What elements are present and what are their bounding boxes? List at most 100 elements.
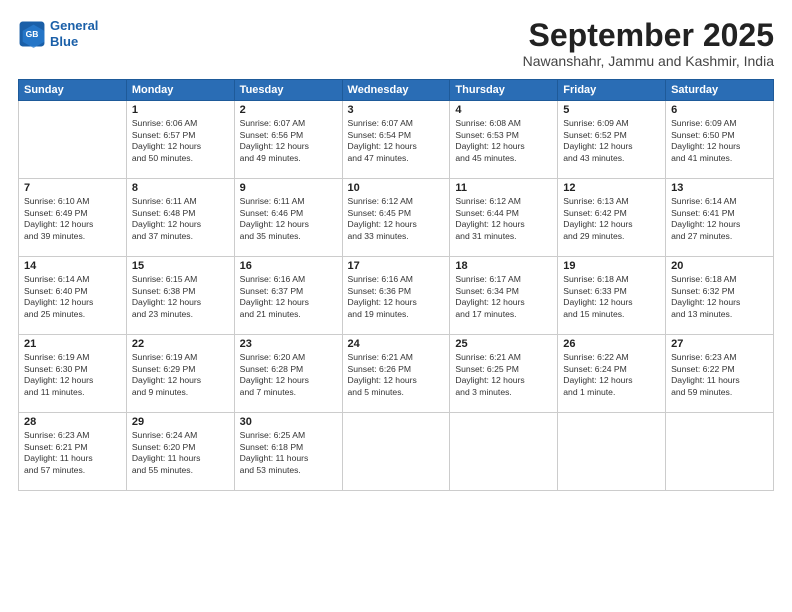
svg-text:GB: GB <box>26 29 39 39</box>
day-info: Sunrise: 6:24 AMSunset: 6:20 PMDaylight:… <box>132 430 229 476</box>
calendar-week-row: 7Sunrise: 6:10 AMSunset: 6:49 PMDaylight… <box>19 179 774 257</box>
calendar-cell <box>666 413 774 491</box>
day-info: Sunrise: 6:07 AMSunset: 6:54 PMDaylight:… <box>348 118 445 164</box>
calendar-cell: 9 Sunrise: 6:11 AMSunset: 6:46 PMDaylight… <box>234 179 342 257</box>
day-number: 16 <box>240 260 337 272</box>
day-number: 18 <box>455 260 552 272</box>
calendar-cell: 24 Sunrise: 6:21 AMSunset: 6:26 PMDayligh… <box>342 335 450 413</box>
weekday-header: Thursday <box>450 80 558 101</box>
calendar-cell: 8 Sunrise: 6:11 AMSunset: 6:48 PMDaylight… <box>126 179 234 257</box>
calendar-cell <box>450 413 558 491</box>
calendar-cell: 18 Sunrise: 6:17 AMSunset: 6:34 PMDayligh… <box>450 257 558 335</box>
day-number: 12 <box>563 182 660 194</box>
header: GB General Blue September 2025 Nawanshah… <box>18 18 774 69</box>
calendar-cell: 10 Sunrise: 6:12 AMSunset: 6:45 PMDayligh… <box>342 179 450 257</box>
day-info: Sunrise: 6:12 AMSunset: 6:45 PMDaylight:… <box>348 196 445 242</box>
calendar-week-row: 21 Sunrise: 6:19 AMSunset: 6:30 PMDayligh… <box>19 335 774 413</box>
calendar-cell: 22Sunrise: 6:19 AMSunset: 6:29 PMDayligh… <box>126 335 234 413</box>
calendar-cell: 4 Sunrise: 6:08 AMSunset: 6:53 PMDaylight… <box>450 101 558 179</box>
day-number: 21 <box>24 338 121 350</box>
day-info: Sunrise: 6:07 AMSunset: 6:56 PMDaylight:… <box>240 118 337 164</box>
day-number: 26 <box>563 338 660 350</box>
day-info: Sunrise: 6:15 AMSunset: 6:38 PMDaylight:… <box>132 274 229 320</box>
calendar-cell: 11Sunrise: 6:12 AMSunset: 6:44 PMDayligh… <box>450 179 558 257</box>
day-number: 4 <box>455 104 552 116</box>
calendar: SundayMondayTuesdayWednesdayThursdayFrid… <box>18 79 774 491</box>
logo-line1: General <box>50 18 98 33</box>
calendar-cell: 17 Sunrise: 6:16 AMSunset: 6:36 PMDayligh… <box>342 257 450 335</box>
calendar-cell: 27 Sunrise: 6:23 AMSunset: 6:22 PMDayligh… <box>666 335 774 413</box>
logo-icon: GB <box>18 20 46 48</box>
day-info: Sunrise: 6:23 AMSunset: 6:22 PMDaylight:… <box>671 352 768 398</box>
day-number: 28 <box>24 416 121 428</box>
calendar-cell: 29 Sunrise: 6:24 AMSunset: 6:20 PMDayligh… <box>126 413 234 491</box>
calendar-cell: 23Sunrise: 6:20 AMSunset: 6:28 PMDayligh… <box>234 335 342 413</box>
day-info: Sunrise: 6:14 AMSunset: 6:40 PMDaylight:… <box>24 274 121 320</box>
day-number: 8 <box>132 182 229 194</box>
day-info: Sunrise: 6:17 AMSunset: 6:34 PMDaylight:… <box>455 274 552 320</box>
calendar-cell: 12Sunrise: 6:13 AMSunset: 6:42 PMDayligh… <box>558 179 666 257</box>
calendar-week-row: 14Sunrise: 6:14 AMSunset: 6:40 PMDayligh… <box>19 257 774 335</box>
day-number: 3 <box>348 104 445 116</box>
weekday-header: Friday <box>558 80 666 101</box>
calendar-cell: 26 Sunrise: 6:22 AMSunset: 6:24 PMDayligh… <box>558 335 666 413</box>
calendar-cell <box>342 413 450 491</box>
day-info: Sunrise: 6:16 AMSunset: 6:37 PMDaylight:… <box>240 274 337 320</box>
calendar-cell: 15Sunrise: 6:15 AMSunset: 6:38 PMDayligh… <box>126 257 234 335</box>
calendar-cell: 30Sunrise: 6:25 AMSunset: 6:18 PMDayligh… <box>234 413 342 491</box>
day-number: 20 <box>671 260 768 272</box>
day-info: Sunrise: 6:08 AMSunset: 6:53 PMDaylight:… <box>455 118 552 164</box>
logo-text: General Blue <box>50 18 98 49</box>
day-info: Sunrise: 6:11 AMSunset: 6:48 PMDaylight:… <box>132 196 229 242</box>
logo-line2: Blue <box>50 34 78 49</box>
day-number: 5 <box>563 104 660 116</box>
calendar-cell: 21 Sunrise: 6:19 AMSunset: 6:30 PMDayligh… <box>19 335 127 413</box>
weekday-header: Wednesday <box>342 80 450 101</box>
day-number: 1 <box>132 104 229 116</box>
day-info: Sunrise: 6:23 AMSunset: 6:21 PMDaylight:… <box>24 430 121 476</box>
calendar-week-row: 1 Sunrise: 6:06 AMSunset: 6:57 PMDaylight… <box>19 101 774 179</box>
day-info: Sunrise: 6:22 AMSunset: 6:24 PMDaylight:… <box>563 352 660 398</box>
day-info: Sunrise: 6:25 AMSunset: 6:18 PMDaylight:… <box>240 430 337 476</box>
weekday-header: Sunday <box>19 80 127 101</box>
calendar-cell <box>558 413 666 491</box>
day-info: Sunrise: 6:09 AMSunset: 6:52 PMDaylight:… <box>563 118 660 164</box>
day-number: 22 <box>132 338 229 350</box>
day-number: 11 <box>455 182 552 194</box>
calendar-cell <box>19 101 127 179</box>
month-title: September 2025 <box>523 18 774 53</box>
weekday-header: Monday <box>126 80 234 101</box>
weekday-header: Tuesday <box>234 80 342 101</box>
calendar-cell: 19Sunrise: 6:18 AMSunset: 6:33 PMDayligh… <box>558 257 666 335</box>
calendar-cell: 5 Sunrise: 6:09 AMSunset: 6:52 PMDaylight… <box>558 101 666 179</box>
day-info: Sunrise: 6:21 AMSunset: 6:26 PMDaylight:… <box>348 352 445 398</box>
weekday-header-row: SundayMondayTuesdayWednesdayThursdayFrid… <box>19 80 774 101</box>
calendar-cell: 7Sunrise: 6:10 AMSunset: 6:49 PMDaylight… <box>19 179 127 257</box>
day-info: Sunrise: 6:18 AMSunset: 6:33 PMDaylight:… <box>563 274 660 320</box>
day-number: 27 <box>671 338 768 350</box>
day-number: 13 <box>671 182 768 194</box>
calendar-cell: 2Sunrise: 6:07 AMSunset: 6:56 PMDaylight… <box>234 101 342 179</box>
calendar-cell: 6 Sunrise: 6:09 AMSunset: 6:50 PMDaylight… <box>666 101 774 179</box>
day-number: 29 <box>132 416 229 428</box>
day-info: Sunrise: 6:21 AMSunset: 6:25 PMDaylight:… <box>455 352 552 398</box>
day-info: Sunrise: 6:11 AMSunset: 6:46 PMDaylight:… <box>240 196 337 242</box>
day-number: 6 <box>671 104 768 116</box>
calendar-cell: 20 Sunrise: 6:18 AMSunset: 6:32 PMDayligh… <box>666 257 774 335</box>
day-number: 25 <box>455 338 552 350</box>
day-number: 9 <box>240 182 337 194</box>
day-info: Sunrise: 6:19 AMSunset: 6:30 PMDaylight:… <box>24 352 121 398</box>
calendar-cell: 16 Sunrise: 6:16 AMSunset: 6:37 PMDayligh… <box>234 257 342 335</box>
day-number: 10 <box>348 182 445 194</box>
weekday-header: Saturday <box>666 80 774 101</box>
day-info: Sunrise: 6:18 AMSunset: 6:32 PMDaylight:… <box>671 274 768 320</box>
day-info: Sunrise: 6:09 AMSunset: 6:50 PMDaylight:… <box>671 118 768 164</box>
day-info: Sunrise: 6:10 AMSunset: 6:49 PMDaylight:… <box>24 196 121 242</box>
page: GB General Blue September 2025 Nawanshah… <box>0 0 792 612</box>
day-number: 24 <box>348 338 445 350</box>
logo: GB General Blue <box>18 18 98 49</box>
day-info: Sunrise: 6:16 AMSunset: 6:36 PMDaylight:… <box>348 274 445 320</box>
day-number: 23 <box>240 338 337 350</box>
day-number: 17 <box>348 260 445 272</box>
day-info: Sunrise: 6:06 AMSunset: 6:57 PMDaylight:… <box>132 118 229 164</box>
